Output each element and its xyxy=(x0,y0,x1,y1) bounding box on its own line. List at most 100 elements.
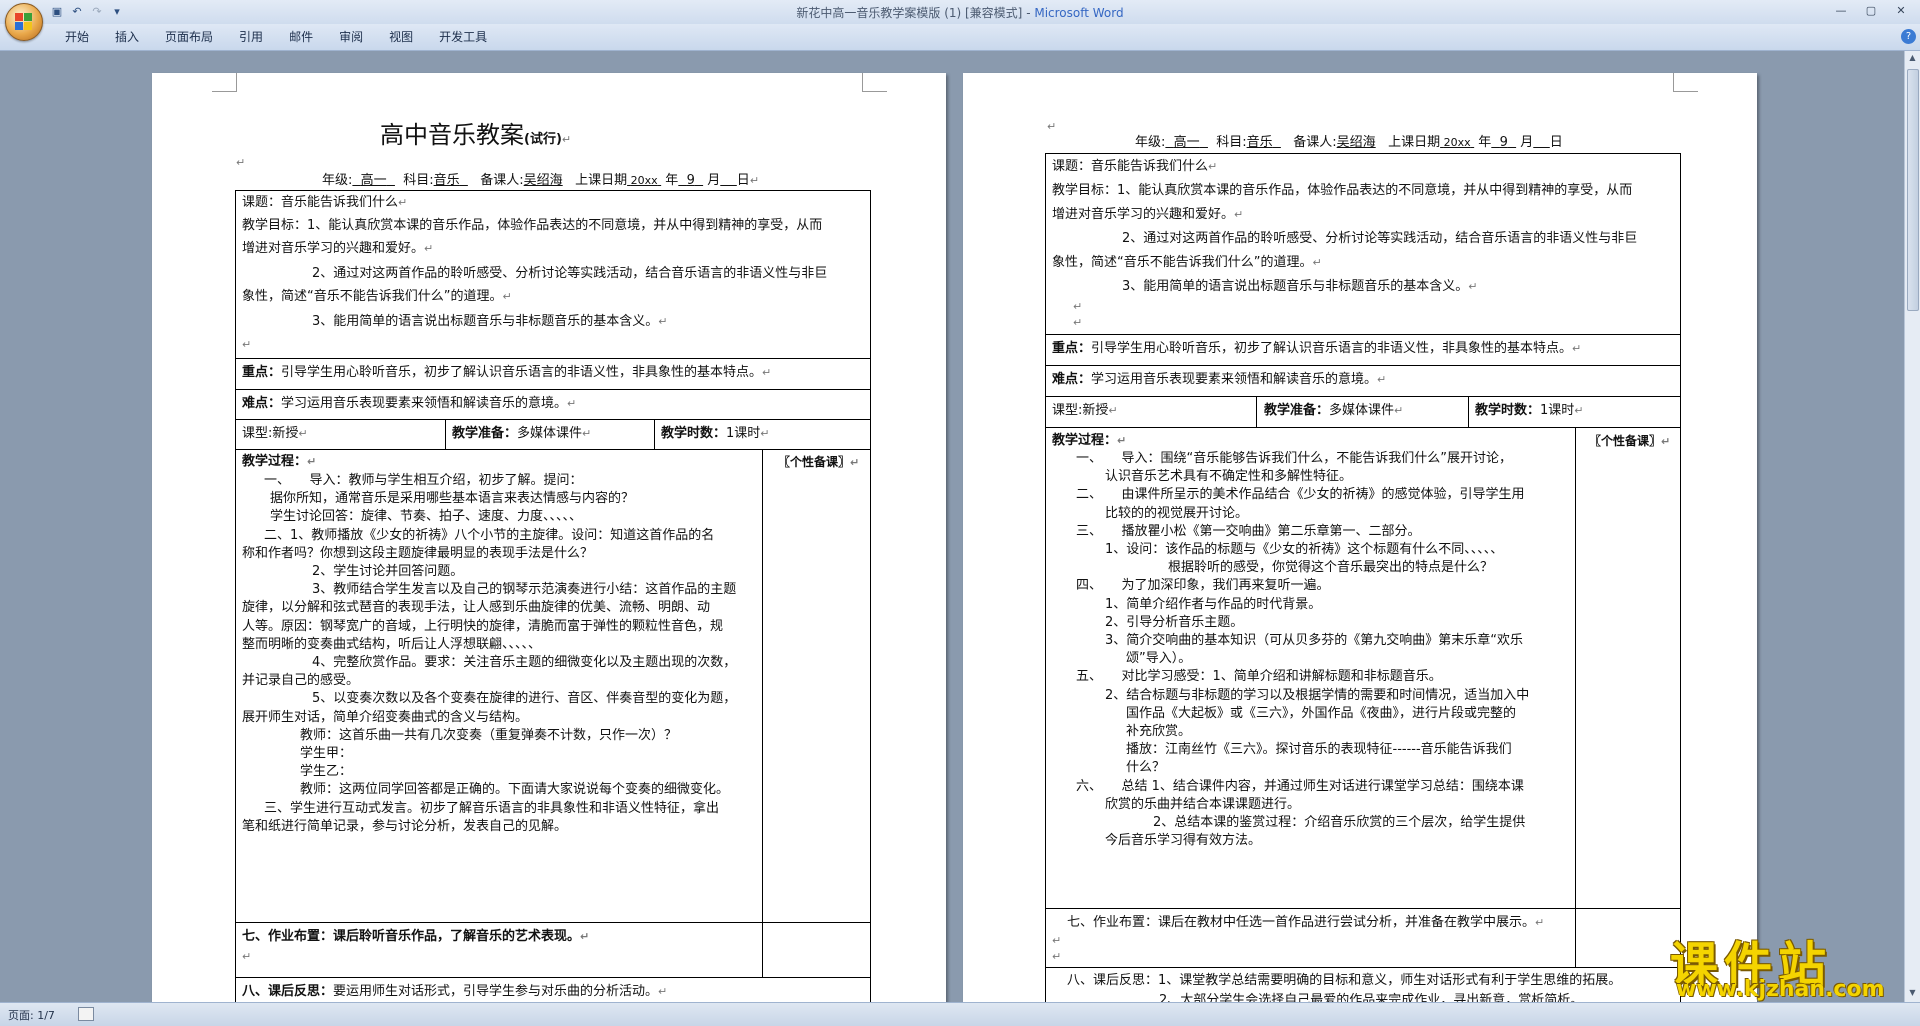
process-line: 1、设问：该作品的标题与《少女的祈祷》这个标题有什么不同、、、、、 xyxy=(1105,542,1504,557)
process-line: 2、学生讨论并回答问题。 xyxy=(312,564,464,579)
title-bar: ▣ ↶ ↷ ▾ 新花中高一音乐教学案模版 (1) [兼容模式] - Micros… xyxy=(0,0,1920,41)
process-line: 并记录自己的感受。 xyxy=(242,673,360,689)
goal-2-2: 2、通过对这两首作品的聆听感受、分析讨论等实践活动，结合音乐语言的非语义性与非巨 xyxy=(1122,231,1638,246)
process-line: 4、完整欣赏作品。要求：关注音乐主题的细微变化以及主题出现的次数， xyxy=(312,655,737,670)
process-line: 三、学生进行互动式发言。初步了解音乐语言的非具象性和非语义性特征，拿出 xyxy=(264,800,720,816)
process-line: 学生讨论回答：旋律、节奏、拍子、速度、力度、、、、、 xyxy=(270,509,583,525)
process-line: 1、简单介绍作者与作品的时代背景。 xyxy=(1105,596,1322,612)
process-line: 整而明晰的变奏曲式结构，听后让人浮想联翩、、、、、 xyxy=(242,636,542,652)
process-line: 二、1、教师播放《少女的祈祷》八个小节的主旋律。设问：知道这首作品的名 xyxy=(264,527,715,543)
process-line: 六、 总结 1、结合课件内容，并通过师生对话进行课堂学习总结：围绕本课 xyxy=(1076,778,1524,794)
process-line: 颂”导入）。 xyxy=(1126,651,1192,667)
document-title: 高中音乐教案(试行)↵ xyxy=(380,121,572,149)
process-line: 2、引导分析音乐主题。 xyxy=(1105,614,1244,630)
lesson-type: 课型:新授↵ xyxy=(242,426,308,441)
process-line: 人等。原因：钢琴宽广的音域，上行明快的旋律，清脆而富于弹性的颗粒性音色，规 xyxy=(242,618,724,634)
teaching-prep-2: 教学准备：多媒体课件↵ xyxy=(1264,403,1404,418)
teaching-hours-2: 教学时数：1课时↵ xyxy=(1475,403,1584,418)
scroll-up-icon[interactable]: ▲ xyxy=(1907,53,1918,65)
lesson-topic: 课题：音乐能告诉我们什么↵ xyxy=(242,195,408,210)
personal-note-label-2: 〖个性备课〗↵ xyxy=(1589,434,1671,448)
page-1: 高中音乐教案(试行)↵ ↵ 年级: 高一 科目:音乐 备课人:吴绍海 上课日期 … xyxy=(152,73,946,1002)
process-line: 一、 导入：教师与学生相互介绍，初步了解。提问： xyxy=(264,473,583,488)
process-line: 教师：这两位同学回答都是正确的。下面请大家说说每个变奏的细微变化。 xyxy=(300,782,730,798)
difficulty: 难点：学习运用音乐表现要素来领悟和解读音乐的意境。↵ xyxy=(242,396,577,411)
process-line: 学生甲： xyxy=(300,746,353,761)
process-label: 教学过程：↵ xyxy=(242,454,317,469)
close-icon[interactable]: ✕ xyxy=(1886,2,1916,20)
process-line: 今后音乐学习得有效方法。 xyxy=(1105,833,1262,849)
process-line: 展开师生对话，简单介绍变奏曲式的含义与结构。 xyxy=(242,709,529,725)
ribbon-tab-6[interactable]: 视图 xyxy=(376,29,426,45)
difficulty-2: 难点：学习运用音乐表现要素来领悟和解读音乐的意境。↵ xyxy=(1052,372,1387,387)
homework-2: 七、作业布置：课后在教材中任选一首作品进行尝试分析，并准备在教学中展示。↵ xyxy=(1067,915,1545,930)
minimize-icon[interactable]: — xyxy=(1826,2,1856,20)
goal-3: 3、能用简单的语言说出标题音乐与非标题音乐的基本含义。↵ xyxy=(312,314,668,329)
process-line: 2、总结本课的鉴赏过程：介绍音乐欣赏的三个层次，给学生提供 xyxy=(1153,815,1526,830)
page-2: ↵ 年级: 高一 科目:音乐 备课人:吴绍海 上课日期 20xx 年 9 月 日… xyxy=(963,73,1757,1002)
process-line: 3、简介交响曲的基本知识（可从贝多芬的《第九交响曲》第末乐章“欢乐 xyxy=(1105,633,1524,648)
process-line: 教师：这首乐曲一共有几次变奏（重复弹奏不计数，只作一次）？ xyxy=(300,727,678,743)
process-line: 补充欣赏。 xyxy=(1126,724,1192,739)
reflection-2b: 2、大部分学生会选择自己最爱的作品来完成作业，寻出新意，赏析简析。 xyxy=(1159,993,1584,1002)
ribbon-tab-3[interactable]: 引用 xyxy=(226,29,276,45)
office-logo-icon xyxy=(15,13,33,31)
process-line: 国作品《大起板》或《三六》，外国作品《夜曲》，进行片段或完整的 xyxy=(1126,705,1517,721)
goal-2: 2、通过对这两首作品的聆听感受、分析讨论等实践活动，结合音乐语言的非语义性与非巨 xyxy=(312,266,828,281)
goal-3-2: 3、能用简单的语言说出标题音乐与非标题音乐的基本含义。↵ xyxy=(1122,279,1478,294)
reflection-2: 八、课后反思：1、课堂教学总结需要明确的目标和意义，师生对话形式有利于学生思维的… xyxy=(1067,973,1622,988)
ribbon-tab-7[interactable]: 开发工具 xyxy=(426,29,500,45)
goal-1: 教学目标：1、能认真欣赏本课的音乐作品，体验作品表达的不同意境，并从中得到精神的… xyxy=(242,218,823,233)
status-bar: 页面: 1/7 xyxy=(0,1002,1920,1026)
process-line: 四、 为了加深印象，我们再来复听一遍。 xyxy=(1076,578,1330,594)
goal-2b: 象性，简述“音乐不能告诉我们什么”的道理。↵ xyxy=(242,289,512,304)
process-line: 什么？ xyxy=(1126,760,1166,776)
process-line: 根据聆听的感受，你觉得这个音乐最突出的特点是什么？ xyxy=(1168,560,1494,576)
process-line: 欣赏的乐曲并结合本课课题进行。 xyxy=(1105,796,1301,812)
teaching-prep: 教学准备：多媒体课件↵ xyxy=(452,426,592,441)
teaching-hours: 教学时数：1课时↵ xyxy=(661,426,770,441)
process-line: 二、 由课件所呈示的美术作品结合《少女的祈祷》的感觉体验，引导学生用 xyxy=(1076,487,1525,503)
goal-1-2: 教学目标：1、能认真欣赏本课的音乐作品，体验作品表达的不同意境，并从中得到精神的… xyxy=(1052,183,1633,198)
personal-note-label: 〖个性备课〗↵ xyxy=(778,455,860,469)
goal-1b: 增进对音乐学习的兴趣和爱好。↵ xyxy=(242,241,434,256)
ribbon-tab-1[interactable]: 插入 xyxy=(102,29,152,45)
window-title: 新花中高一音乐教学案模版 (1) [兼容模式] - Microsoft Word xyxy=(796,6,1124,20)
ribbon-tab-5[interactable]: 审阅 xyxy=(326,29,376,45)
ribbon-tab-4[interactable]: 邮件 xyxy=(276,29,326,45)
scroll-thumb[interactable] xyxy=(1907,69,1919,311)
process-line: 一、 导入：围绕“音乐能够告诉我们什么，不能告诉我们什么”展开讨论， xyxy=(1076,451,1512,466)
process-line: 称和作者吗？你想到这段主题旋律最明显的表现手法是什么？ xyxy=(242,545,594,561)
key-point-2: 重点：引导学生用心聆听音乐，初步了解认识音乐语言的非语义性，非具象性的基本特点。… xyxy=(1052,341,1582,356)
process-line: 据你所知，通常音乐是采用哪些基本语言来表达情感与内容的？ xyxy=(270,491,635,507)
ribbon-tab-2[interactable]: 页面布局 xyxy=(152,29,226,45)
help-icon[interactable]: ? xyxy=(1901,29,1916,44)
key-point: 重点：引导学生用心聆听音乐，初步了解认识音乐语言的非语义性，非具象性的基本特点。… xyxy=(242,365,772,380)
process-line: 3、教师结合学生发言以及自己的钢琴示范演奏进行小结：这首作品的主题 xyxy=(312,582,737,598)
process-line: 笔和纸进行简单记录，参与讨论分析，发表自己的见解。 xyxy=(242,818,568,834)
process-line: 5、以变奏次数以及各个变奏在旋律的进行、音区、伴奏音型的变化为题， xyxy=(312,691,737,707)
page-count[interactable]: 页面: 1/7 xyxy=(8,1007,55,1023)
process-line: 播放：江南丝竹《三六》。探讨音乐的表现特征------音乐能告诉我们 xyxy=(1126,742,1512,758)
reflection: 八、课后反思：要运用师生对话形式，引导学生参与对乐曲的分析活动。↵ xyxy=(242,984,668,999)
process-label-2: 教学过程：↵ xyxy=(1052,433,1127,448)
vertical-scrollbar[interactable]: ▲ ▼ xyxy=(1904,51,1920,1002)
process-line: 三、 播放瞿小松《第一交响曲》第二乐章第一、二部分。 xyxy=(1076,523,1421,539)
meta-line-2: 年级: 高一 科目:音乐 备课人:吴绍海 上课日期 20xx 年 9 月 日 xyxy=(1135,135,1563,150)
watermark-logo: 课件站 www.kjzhan.com xyxy=(1670,937,1885,1002)
process-line: 五、 对比学习感受：1、简单介绍和讲解标题和非标题音乐。 xyxy=(1076,669,1442,685)
process-line: 旋律，以分解和弦式琶音的表现手法，让人感到乐曲旋律的优美、流畅、明朗、动 xyxy=(242,600,711,616)
process-line: 2、结合标题与非标题的学习以及根据学情的需要和时间情况，适当加入中 xyxy=(1105,687,1530,703)
homework: 七、作业布置：课后聆听音乐作品，了解音乐的艺术表现。↵ xyxy=(242,929,590,944)
ribbon-tabs: 开始 插入 页面布局 引用 邮件 审阅 视图 开发工具 xyxy=(52,29,500,45)
goal-2b-2: 象性，简述“音乐不能告诉我们什么”的道理。↵ xyxy=(1052,255,1322,270)
office-button[interactable] xyxy=(5,3,43,41)
process-line: 比较的的视觉展开讨论。 xyxy=(1105,505,1249,521)
lesson-type-2: 课型:新授↵ xyxy=(1052,403,1118,418)
lesson-topic-2: 课题：音乐能告诉我们什么↵ xyxy=(1052,159,1218,174)
process-line: 认识音乐艺术具有不确定性和多解性特征。 xyxy=(1105,469,1353,485)
maximize-icon[interactable]: ▢ xyxy=(1856,2,1886,20)
document-workspace: 高中音乐教案(试行)↵ ↵ 年级: 高一 科目:音乐 备课人:吴绍海 上课日期 … xyxy=(0,51,1905,1002)
proofing-icon[interactable] xyxy=(78,1007,94,1021)
ribbon-tab-0[interactable]: 开始 xyxy=(52,29,102,45)
